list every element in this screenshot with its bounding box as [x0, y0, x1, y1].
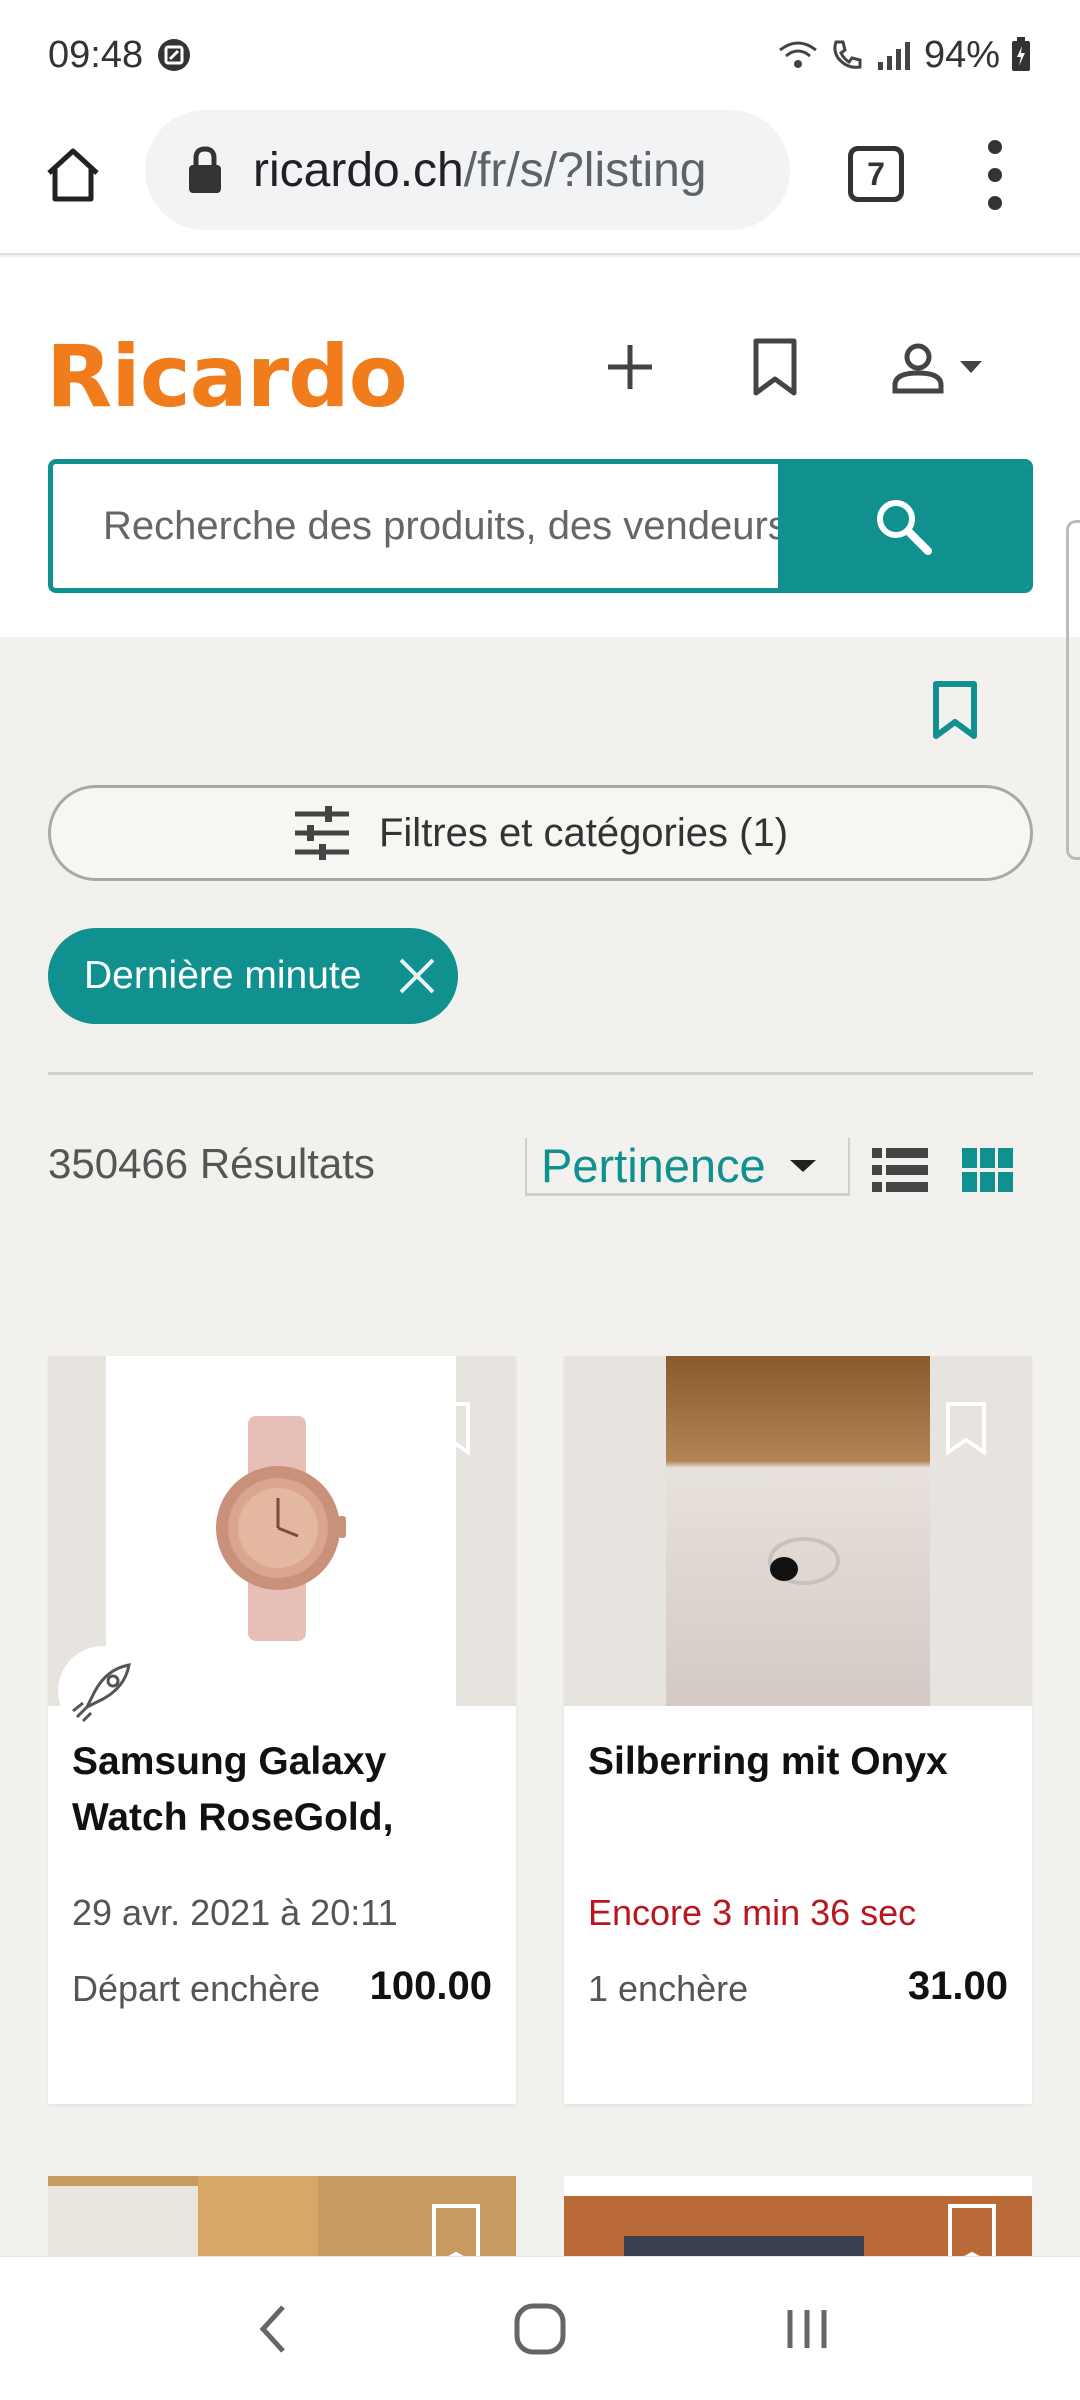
- battery-percent: 94%: [923, 33, 1000, 76]
- sliders-icon: [294, 806, 349, 860]
- bookmark-icon[interactable]: [944, 1400, 988, 1456]
- recents-button[interactable]: [757, 2279, 857, 2379]
- listing-price: 31.00: [907, 1964, 1008, 2008]
- recents-icon: [787, 2309, 827, 2348]
- menu-dot-icon: [988, 196, 1002, 210]
- listing-time-remaining: Encore 3 min 36 sec: [588, 1892, 917, 1933]
- search-button[interactable]: [778, 464, 1028, 588]
- address-bar[interactable]: ricardo.ch/fr/s/?listing: [145, 110, 790, 230]
- home-icon: [47, 148, 99, 202]
- close-icon[interactable]: [397, 956, 437, 996]
- url-text: ricardo.ch/fr/s/?listing: [253, 143, 707, 198]
- bookmark-icon[interactable]: [428, 1400, 472, 1456]
- rocket-icon: [72, 1663, 131, 1723]
- boost-badge: [58, 1646, 148, 1736]
- menu-dot-icon: [988, 140, 1002, 154]
- home-button[interactable]: [40, 142, 106, 208]
- search-bar: [48, 459, 1033, 593]
- list-view-button[interactable]: [872, 1148, 928, 1192]
- list-view-icon: [872, 1148, 928, 1192]
- listing-title[interactable]: Samsung Galaxy Watch RoseGold,: [72, 1734, 492, 1846]
- caret-down-icon: [960, 361, 982, 373]
- battery-icon: [1010, 37, 1032, 73]
- grid-view-button[interactable]: [962, 1148, 1014, 1192]
- search-input[interactable]: [53, 464, 778, 588]
- caret-down-icon: [789, 1159, 816, 1172]
- back-icon: [259, 2304, 286, 2353]
- listing-card[interactable]: Silberring mit Onyx Encore 3 min 36 sec …: [564, 1356, 1032, 2104]
- search-icon: [877, 500, 932, 555]
- filter-chip-label: Dernière minute: [84, 954, 362, 997]
- filter-chip-active[interactable]: Dernière minute: [48, 928, 458, 1024]
- save-search-button[interactable]: [930, 680, 990, 750]
- ricardo-logo[interactable]: Ricardo: [46, 327, 408, 427]
- listing-price: 100.00: [369, 1964, 492, 2008]
- sort-value: Pertinence: [541, 1139, 766, 1192]
- scrollbar[interactable]: [1066, 520, 1080, 860]
- plus-icon: [608, 345, 652, 389]
- user-icon: [892, 343, 944, 394]
- bookmark-icon: [753, 338, 797, 396]
- home-nav-button[interactable]: [490, 2279, 590, 2379]
- back-button[interactable]: [223, 2279, 323, 2379]
- menu-dot-icon: [988, 168, 1002, 182]
- browser-menu-button[interactable]: [980, 140, 1010, 210]
- url-domain: ricardo.ch: [253, 143, 464, 197]
- account-menu-button[interactable]: [890, 337, 1000, 397]
- filters-button[interactable]: Filtres et catégories (1): [48, 785, 1033, 881]
- lock-icon: [189, 146, 221, 193]
- call-icon: [830, 38, 864, 72]
- status-bar: 09:48 94%: [0, 0, 1080, 110]
- grid-view-icon: [962, 1148, 1013, 1192]
- sort-dropdown[interactable]: Pertinence: [525, 1138, 850, 1196]
- wifi-icon: [776, 38, 820, 72]
- listing-card[interactable]: Samsung Galaxy Watch RoseGold, 29 avr. 2…: [48, 1356, 516, 2104]
- sell-button[interactable]: [600, 337, 660, 397]
- signal-icon: [874, 38, 914, 72]
- listing-image[interactable]: [564, 1356, 1032, 1706]
- results-count: 350466 Résultats: [48, 1140, 375, 1187]
- saved-items-button[interactable]: [750, 337, 800, 397]
- screenshot-icon: [157, 38, 191, 72]
- filters-label: Filtres et catégories (1): [378, 810, 789, 855]
- home-circle-icon: [514, 2303, 566, 2354]
- bookmark-icon: [933, 681, 977, 739]
- listing-bid-count: 1 enchère: [588, 1968, 749, 2009]
- status-time: 09:48: [48, 33, 144, 76]
- system-nav-bar: [0, 2256, 1080, 2400]
- url-path: /fr/s/?listing: [463, 143, 707, 197]
- listing-end-date: 29 avr. 2021 à 20:11: [72, 1892, 398, 1933]
- listing-bid-label: Départ enchère: [72, 1968, 321, 2009]
- listing-title[interactable]: Silberring mit Onyx: [588, 1734, 1008, 1790]
- browser-toolbar: ricardo.ch/fr/s/?listing 7: [0, 110, 1080, 255]
- divider: [48, 1072, 1033, 1075]
- tab-switcher-button[interactable]: 7: [848, 146, 904, 202]
- site-header: Ricardo: [0, 257, 1080, 637]
